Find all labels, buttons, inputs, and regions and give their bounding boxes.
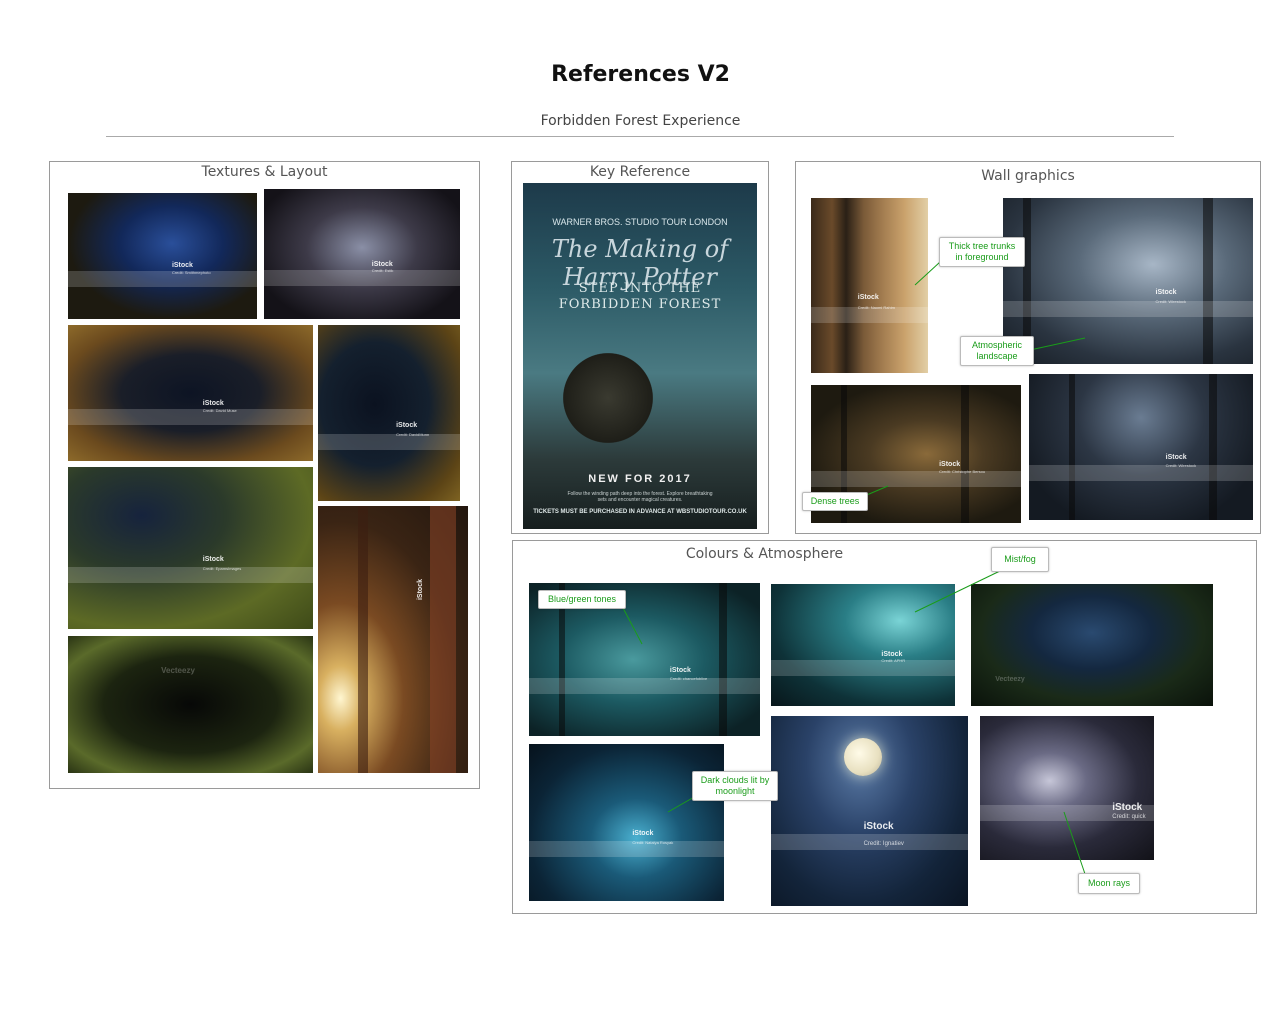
watermark-credit: Credit: EpamsImages	[202, 565, 242, 571]
header-divider	[106, 136, 1174, 137]
harry-potter-poster[interactable]: WARNER BROS. STUDIO TOUR LONDON The Maki…	[523, 183, 757, 529]
watermark-credit: Credit: Naomi Rahim	[857, 304, 895, 310]
watermark-band	[318, 434, 460, 451]
reference-image[interactable]: iStock Credit: DavidMunn	[318, 325, 460, 501]
watermark-band	[68, 271, 257, 288]
callout-dark-clouds: Dark clouds lit by moonlight	[692, 771, 778, 801]
panel-title: Wall graphics	[981, 168, 1075, 184]
reference-image[interactable]: iStock Credit: quick	[980, 716, 1154, 860]
watermark-brand: iStock	[1112, 802, 1143, 814]
reference-image[interactable]: iStock Credit: Smithmephoto	[68, 193, 257, 319]
reference-image[interactable]: iStock Credit: Estik	[264, 189, 460, 319]
reference-image[interactable]: iStock Credit: APHR	[771, 584, 955, 706]
watermark-band	[1029, 464, 1253, 481]
watermark-brand: iStock	[632, 830, 654, 838]
reference-image[interactable]: iStock Credit: Natalya Rosyak	[529, 744, 724, 901]
tree-trunk-shape	[1209, 374, 1217, 520]
watermark-credit: Credit: Estik	[371, 268, 394, 274]
watermark-credit: Credit: Natalya Rosyak	[632, 839, 674, 845]
callout-blue-green: Blue/green tones	[538, 590, 626, 609]
panel-textures-layout: Textures & Layout iStock Credit: Smithme…	[49, 161, 480, 789]
poster-description: Follow the winding path deep into the fo…	[567, 491, 713, 503]
watermark-brand: iStock	[171, 262, 193, 270]
reference-image[interactable]: Vecteezy	[971, 584, 1213, 706]
callout-moon-rays: Moon rays	[1078, 873, 1140, 894]
watermark-band	[68, 567, 313, 584]
moon-shape	[844, 738, 882, 776]
tree-trunk-shape	[961, 385, 969, 523]
panel-key-reference: Key Reference WARNER BROS. STUDIO TOUR L…	[511, 161, 769, 534]
poster-headline-1: STEP INTO THE	[578, 281, 702, 296]
watermark-brand: iStock	[857, 294, 879, 302]
panel-title: Textures & Layout	[201, 164, 328, 180]
watermark-brand: iStock	[863, 820, 894, 832]
callout-thick-trunks: Thick tree trunks in foreground	[939, 237, 1025, 267]
watermark-brand: iStock	[202, 556, 224, 564]
watermark-brand: iStock	[202, 399, 224, 407]
watermark-band	[1003, 300, 1253, 317]
reference-image[interactable]: iStock Credit: Wirestock	[1029, 374, 1253, 520]
reference-image[interactable]: iStock Credit: Ignatiev	[771, 716, 968, 906]
watermark-credit: Credit: David Muse	[202, 407, 237, 413]
watermark-band	[529, 841, 724, 858]
watermark-brand: iStock	[396, 421, 418, 429]
tree-trunk-shape	[1069, 374, 1075, 520]
watermark-brand: iStock	[669, 667, 691, 675]
watermark-brand: Vecteezy	[161, 666, 195, 676]
watermark-brand: iStock	[1165, 454, 1187, 462]
reference-image[interactable]: iStock Credit: EpamsImages	[68, 467, 313, 629]
watermark-credit: Credit: Wirestock	[1155, 299, 1186, 305]
watermark-brand: iStock	[939, 460, 961, 468]
watermark-band	[264, 269, 460, 286]
watermark-credit: Credit: Christophe Bersou	[939, 469, 986, 475]
page-title: References V2	[551, 62, 730, 87]
watermark-brand: iStock	[371, 260, 393, 268]
watermark-brand: iStock	[881, 651, 903, 659]
tree-trunk-shape	[1203, 198, 1213, 364]
watermark-credit: Credit: Ignatiev	[863, 841, 904, 848]
callout-mist-fog: Mist/fog	[991, 547, 1049, 572]
watermark-brand: Vecteezy	[995, 675, 1025, 683]
reference-image[interactable]: iStock Credit: Wirestock	[1003, 198, 1253, 364]
poster-brand: WARNER BROS. STUDIO TOUR LONDON	[552, 217, 728, 227]
callout-dense-trees: Dense trees	[802, 492, 868, 511]
watermark-credit: Credit: chancefoblive	[669, 676, 708, 682]
watermark-credit: Credit: Wirestock	[1165, 463, 1197, 469]
poster-url: TICKETS MUST BE PURCHASED IN ADVANCE AT …	[533, 509, 747, 515]
watermark-band	[68, 409, 313, 426]
reference-image[interactable]: iStock Credit: David Muse	[68, 325, 313, 461]
reference-image[interactable]: Vecteezy	[68, 636, 313, 773]
spider-shape	[563, 353, 653, 443]
watermark-band	[529, 677, 760, 694]
poster-headline-2: FORBIDDEN FOREST	[558, 297, 722, 312]
tree-trunk-shape	[358, 506, 368, 773]
panel-title: Key Reference	[589, 164, 691, 180]
watermark-band	[811, 470, 1021, 487]
watermark-credit: Credit: APHR	[881, 658, 906, 664]
watermark-brand: iStock	[1155, 289, 1177, 297]
tree-trunk-shape	[719, 583, 727, 736]
reference-image[interactable]: iStock Credit: Naomi Rahim	[811, 198, 928, 373]
poster-new-for: NEW FOR 2017	[588, 473, 692, 485]
page-subtitle: Forbidden Forest Experience	[540, 113, 741, 129]
watermark-credit: Credit: DavidMunn	[396, 432, 430, 438]
callout-atmospheric: Atmospheric landscape	[960, 336, 1034, 366]
watermark-brand: iStock	[417, 578, 425, 601]
watermark-credit: Credit: Smithmephoto	[171, 269, 211, 275]
watermark-credit: Credit: quick	[1112, 813, 1146, 820]
watermark-band	[771, 659, 955, 676]
